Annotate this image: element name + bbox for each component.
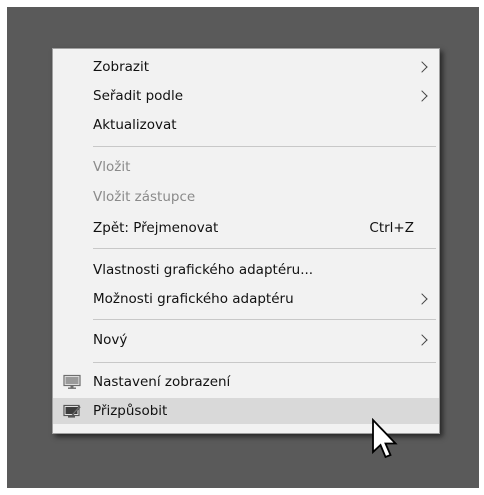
- menu-item-new[interactable]: Nový: [53, 327, 439, 353]
- menu-item-label: Aktualizovat: [93, 117, 177, 133]
- menu-item-refresh[interactable]: Aktualizovat: [53, 112, 439, 138]
- menu-item-view[interactable]: Zobrazit: [53, 54, 439, 80]
- menu-separator: [93, 362, 436, 363]
- chevron-right-icon: [416, 293, 428, 305]
- shortcut-label: Ctrl+Z: [369, 220, 414, 236]
- menu-item-label: Zpět: Přejmenovat: [93, 220, 219, 236]
- menu-item-label: Nový: [93, 332, 128, 348]
- chevron-right-icon: [416, 90, 428, 102]
- menu-item-label: Možnosti grafického adaptéru: [93, 291, 294, 307]
- menu-item-label: Vlastnosti grafického adaptéru...: [93, 262, 314, 278]
- chevron-right-icon: [416, 334, 428, 346]
- chevron-right-icon: [416, 61, 428, 73]
- menu-item-label: Nastavení zobrazení: [93, 374, 231, 390]
- menu-item-display-settings[interactable]: Nastavení zobrazení: [53, 369, 439, 395]
- personalize-icon: [63, 404, 81, 418]
- menu-item-graphics-options[interactable]: Možnosti grafického adaptéru: [53, 286, 439, 312]
- menu-item-label: Vložit zástupce: [93, 189, 196, 205]
- menu-item-label: Seřadit podle: [93, 88, 184, 104]
- menu-item-label: Zobrazit: [93, 59, 150, 75]
- menu-separator: [93, 319, 436, 320]
- mouse-cursor-icon: [372, 418, 398, 459]
- menu-item-undo-rename[interactable]: Zpět: Přejmenovat Ctrl+Z: [53, 215, 439, 241]
- menu-item-sort-by[interactable]: Seřadit podle: [53, 83, 439, 109]
- menu-separator: [93, 146, 436, 147]
- menu-item-label: Přizpůsobit: [93, 403, 168, 419]
- menu-separator: [93, 248, 436, 249]
- menu-item-graphics-properties[interactable]: Vlastnosti grafického adaptéru...: [53, 257, 439, 283]
- desktop-context-menu: Zobrazit Seřadit podle Aktualizovat Vlož…: [52, 48, 440, 434]
- menu-item-label: Vložit: [93, 159, 131, 175]
- menu-item-paste-shortcut: Vložit zástupce: [53, 184, 439, 210]
- menu-item-paste: Vložit: [53, 154, 439, 180]
- display-settings-icon: [63, 374, 81, 389]
